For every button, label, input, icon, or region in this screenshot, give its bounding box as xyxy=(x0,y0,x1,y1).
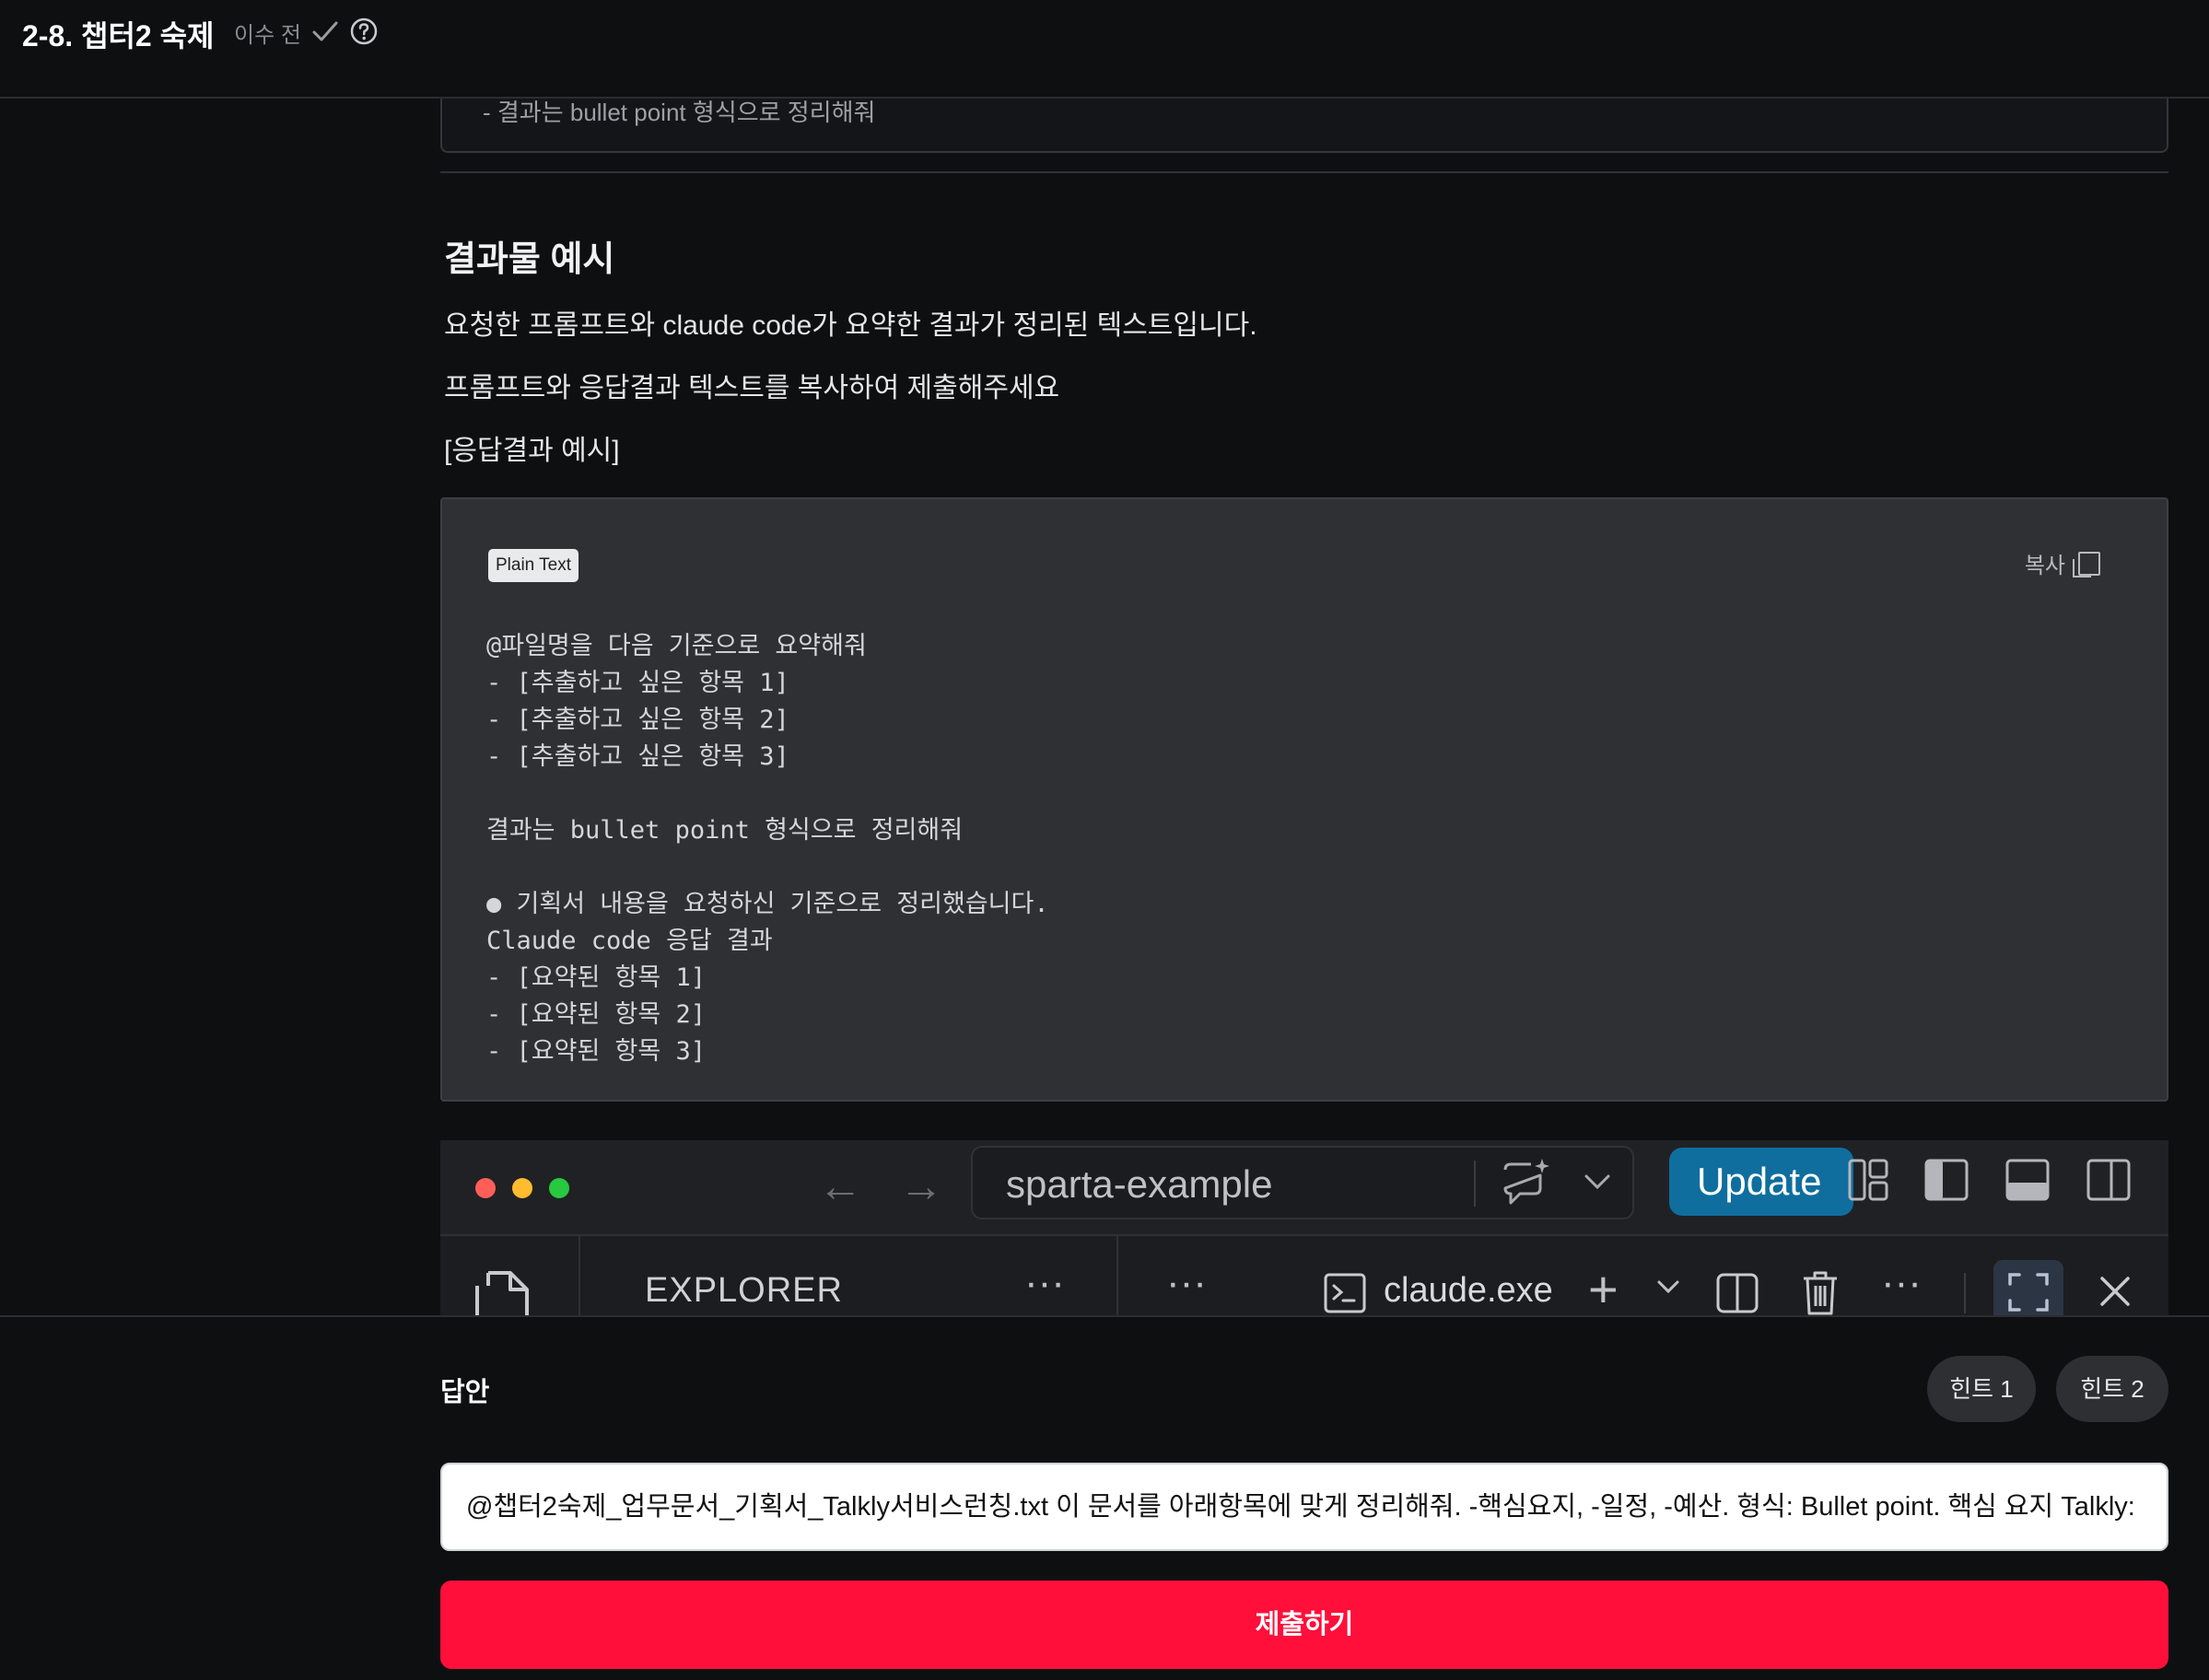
more-icon: ··· xyxy=(1024,1260,1065,1305)
search-separator xyxy=(1474,1161,1476,1207)
code-line: Claude code 응답 결과 xyxy=(486,927,773,955)
check-icon xyxy=(312,21,338,41)
plus-icon: + xyxy=(1588,1260,1619,1317)
code-line: - [추출하고 싶은 항목 3] xyxy=(486,742,789,771)
code-line: - [요약된 항목 3] xyxy=(486,1037,706,1066)
code-line: - [요약된 항목 2] xyxy=(486,1000,706,1029)
instruction-paragraph: 프롬프트와 응답결과 텍스트를 복사하여 제출해주세요 xyxy=(444,373,1060,403)
toolbar-separator xyxy=(1964,1273,1966,1313)
ide-tabbar: EXPLORER ··· ··· claude.exe + ··· xyxy=(440,1236,2168,1317)
terminal-tab-label: claude.exe xyxy=(1384,1271,1553,1310)
more-icon: ··· xyxy=(1881,1260,1922,1305)
help-icon[interactable] xyxy=(348,16,380,47)
submit-button[interactable]: 제출하기 xyxy=(440,1581,2168,1669)
back-arrow-icon: ← xyxy=(818,1162,862,1211)
hint-2-button[interactable]: 힌트 2 xyxy=(2056,1356,2168,1422)
split-icon xyxy=(1716,1273,1759,1313)
more-icon: ··· xyxy=(1166,1260,1207,1305)
panel-bottom-icon xyxy=(2005,1159,2050,1201)
layout-grid-icon xyxy=(1848,1159,1888,1201)
close-icon xyxy=(2100,1277,2130,1306)
sidebar-separator xyxy=(1116,1236,1118,1317)
completion-status: 이수 전 xyxy=(234,23,301,48)
ide-search-box: sparta-example xyxy=(971,1146,1634,1219)
copy-label: 복사 xyxy=(2024,554,2065,578)
code-line: 결과는 bullet point 형식으로 정리해줘 xyxy=(486,816,964,845)
window-maximize-dot xyxy=(549,1178,569,1198)
section-divider xyxy=(440,171,2168,173)
copy-icon xyxy=(2073,552,2100,578)
window-close-dot xyxy=(475,1178,496,1198)
previous-code-line: - 결과는 bullet point 형식으로 정리해줘 xyxy=(483,99,876,126)
answer-label: 답안 xyxy=(440,1378,490,1407)
activitybar-separator xyxy=(579,1236,580,1317)
terminal-icon xyxy=(1324,1273,1366,1313)
chat-sparkle-icon xyxy=(1503,1159,1549,1205)
copy-button[interactable]: 복사 xyxy=(2025,547,2100,579)
answer-input[interactable]: @챕터2숙제_업무문서_기획서_Talkly서비스런칭.txt 이 문서를 아래… xyxy=(440,1463,2168,1551)
code-block: Plain Text 복사 @파일명을 다음 기준으로 요약해줘 - [추출하고… xyxy=(440,497,2168,1102)
section-heading: 결과물 예시 xyxy=(444,240,615,279)
trash-icon xyxy=(1804,1271,1837,1315)
files-icon xyxy=(475,1271,529,1317)
example-label: [응답결과 예시] xyxy=(444,436,620,466)
chevron-down-icon xyxy=(1584,1174,1610,1190)
description-paragraph: 요청한 프롬프트와 claude code가 요약한 결과가 정리된 텍스트입니… xyxy=(444,310,1257,341)
chevron-down-icon xyxy=(1657,1280,1679,1294)
maximize-panel-button xyxy=(1993,1260,2063,1317)
ide-screenshot: ← → sparta-example Update EXPLORER ··· ·… xyxy=(440,1140,2168,1317)
page-title: 2-8. 챕터2 숙제 xyxy=(22,19,215,52)
ide-titlebar: ← → sparta-example Update xyxy=(440,1140,2168,1236)
forward-arrow-icon: → xyxy=(899,1162,943,1211)
update-button: Update xyxy=(1669,1148,1853,1216)
window-minimize-dot xyxy=(512,1178,532,1198)
language-badge: Plain Text xyxy=(488,549,579,582)
top-header: 2-8. 챕터2 숙제 이수 전 xyxy=(0,0,2209,99)
hint-1-button[interactable]: 힌트 1 xyxy=(1927,1356,2036,1422)
panel-left-icon xyxy=(1924,1159,1969,1201)
answer-panel: 답안 힌트 1 힌트 2 @챕터2숙제_업무문서_기획서_Talkly서비스런칭… xyxy=(0,1315,2209,1680)
maximize-icon xyxy=(2008,1273,2049,1312)
panel-right-icon xyxy=(2086,1159,2131,1201)
lesson-content: - 결과는 bullet point 형식으로 정리해줘 결과물 예시 요청한 … xyxy=(440,0,2168,1317)
explorer-label: EXPLORER xyxy=(645,1271,843,1310)
code-line: - [추출하고 싶은 항목 1] xyxy=(486,669,789,697)
code-text: @파일명을 다음 기준으로 요약해줘 - [추출하고 싶은 항목 1] - [추… xyxy=(486,628,1049,1070)
code-line: - [추출하고 싶은 항목 2] xyxy=(486,706,789,734)
code-line: @파일명을 다음 기준으로 요약해줘 xyxy=(486,632,867,660)
code-line: - [요약된 항목 1] xyxy=(486,963,706,992)
code-line: ● 기획서 내용을 요청하신 기준으로 정리했습니다. xyxy=(486,890,1049,918)
ide-search-text: sparta-example xyxy=(1006,1162,1273,1206)
